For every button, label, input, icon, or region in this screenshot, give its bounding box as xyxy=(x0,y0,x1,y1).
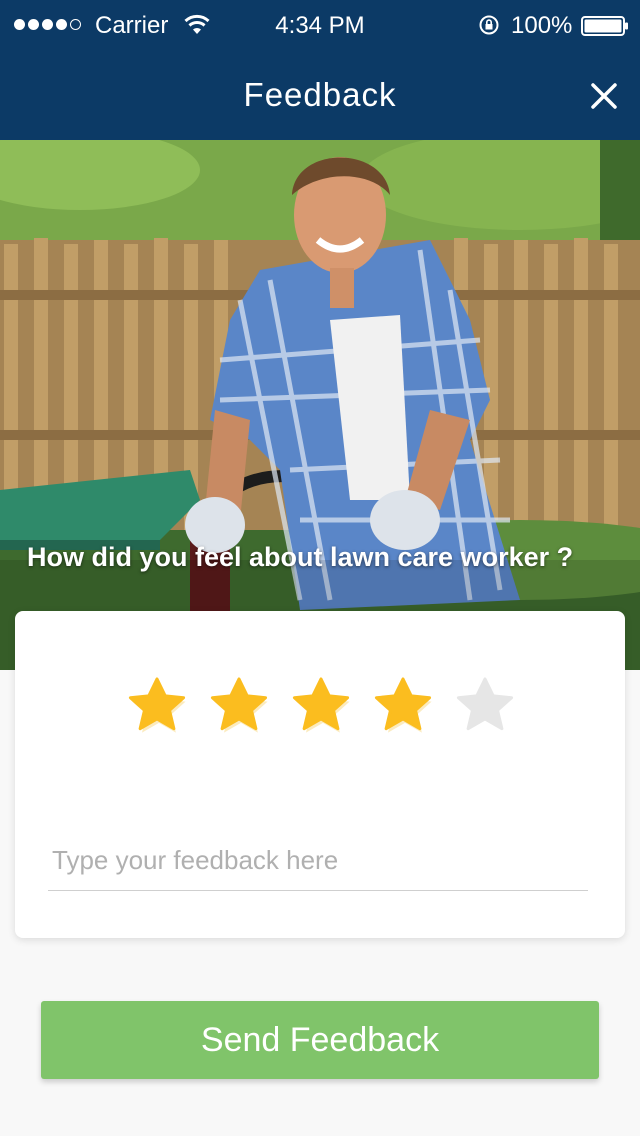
battery-icon xyxy=(581,16,628,36)
star-filled-icon[interactable] xyxy=(127,675,187,735)
battery-percent: 100% xyxy=(511,12,573,39)
feedback-input[interactable] xyxy=(48,831,588,891)
feedback-question: How did you feel about lawn care worker … xyxy=(27,542,574,572)
star-filled-icon[interactable] xyxy=(209,675,269,735)
send-feedback-button[interactable]: Send Feedback xyxy=(41,1001,599,1079)
rating-card xyxy=(15,611,625,938)
lawn-worker-illustration xyxy=(0,140,640,670)
feedback-screen: Carrier 4:34 PM 100% Feedback How did yo… xyxy=(0,0,640,1136)
star-filled-icon[interactable] xyxy=(373,675,433,735)
page-title: Feedback xyxy=(243,76,397,113)
header-bar: Carrier 4:34 PM 100% Feedback xyxy=(0,0,640,140)
status-bar: Carrier 4:34 PM 100% xyxy=(0,0,640,52)
close-icon[interactable] xyxy=(588,80,620,112)
rotation-lock-icon xyxy=(479,15,499,35)
hero-photo: How did you feel about lawn care worker … xyxy=(0,140,640,670)
star-rating[interactable] xyxy=(127,675,515,735)
star-filled-icon[interactable] xyxy=(291,675,351,735)
star-empty-icon[interactable] xyxy=(455,675,515,735)
